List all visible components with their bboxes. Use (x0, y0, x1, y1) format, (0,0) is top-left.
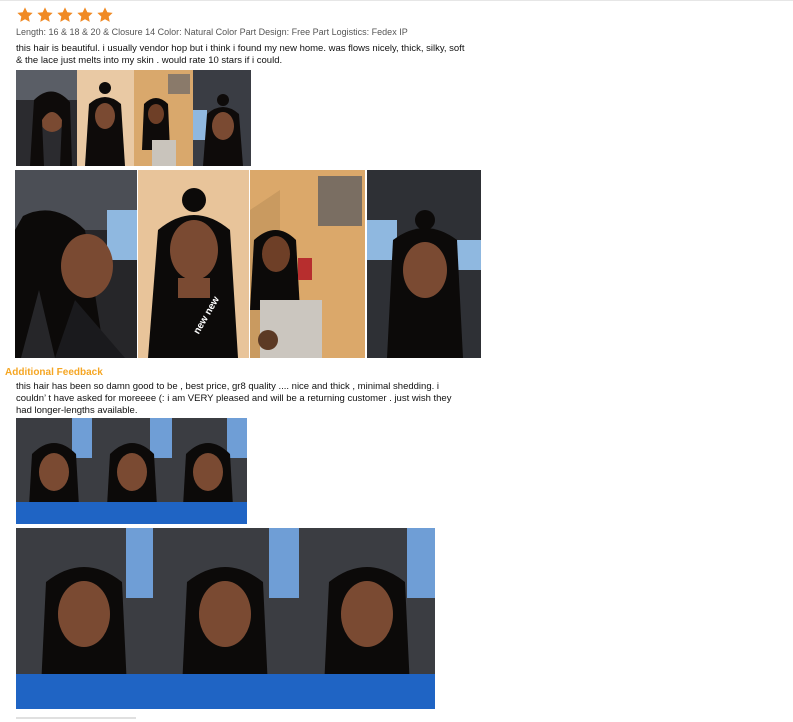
additional-feedback-heading: Additional Feedback (5, 367, 103, 378)
review-thumbnail[interactable] (16, 70, 77, 166)
review-thumbnail[interactable] (134, 70, 193, 166)
photo-strip: new new (15, 170, 481, 358)
review-photo[interactable]: new new (138, 170, 249, 358)
review-photo[interactable] (367, 170, 481, 358)
review-photo[interactable] (16, 528, 153, 709)
thumbnail-strip (16, 70, 251, 166)
order-details: Length: 16 & 18 & 20 & Closure 14 Color:… (16, 27, 408, 37)
top-divider (0, 0, 793, 1)
star-icon (57, 7, 73, 22)
review-thumbnail[interactable] (92, 418, 172, 524)
review-thumbnail[interactable] (172, 418, 247, 524)
review-photo[interactable] (15, 170, 137, 358)
additional-feedback-text: this hair has been so damn good to be , … (16, 381, 452, 416)
review-thumbnail[interactable] (193, 70, 251, 166)
star-icon (77, 7, 93, 22)
star-icon (37, 7, 53, 22)
star-icon (17, 7, 33, 22)
photo-strip (16, 528, 435, 709)
review-photo[interactable] (153, 528, 299, 709)
review-thumbnail[interactable] (16, 418, 92, 524)
star-icon (97, 7, 113, 22)
thumbnail-strip (16, 418, 247, 524)
rating-stars (16, 6, 114, 24)
review-photo[interactable] (299, 528, 435, 709)
next-review-edge (16, 717, 136, 719)
review-photo[interactable] (250, 170, 365, 358)
review-text: this hair is beautiful. i usually vendor… (16, 43, 465, 66)
review-thumbnail[interactable] (77, 70, 134, 166)
